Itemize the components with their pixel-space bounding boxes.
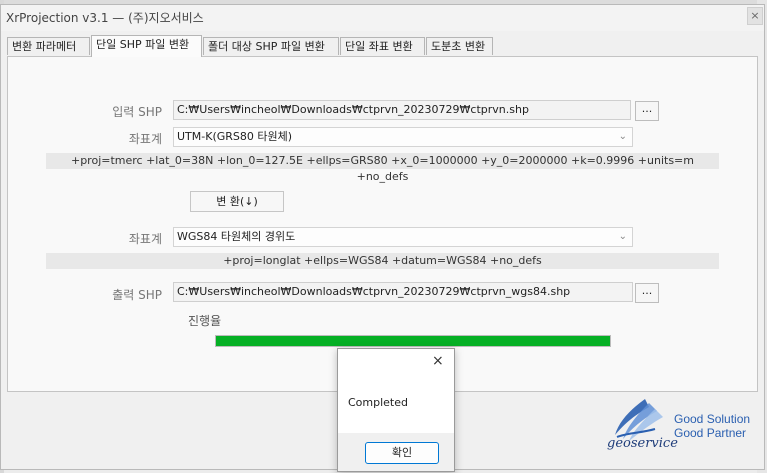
output-shp-field[interactable]: C:₩Users₩incheol₩Downloads₩ctprvn_202307… <box>173 282 633 302</box>
logo-brand: geoservice <box>607 436 678 451</box>
source-proj-string: +proj=tmerc +lat_0=38N +lon_0=127.5E +el… <box>46 153 719 183</box>
logo-line2: Good Partner <box>674 426 746 440</box>
tab-parameters[interactable]: 변환 파라메터 <box>7 37 90 55</box>
chevron-down-icon: ⌄ <box>618 231 627 242</box>
output-browse-button[interactable]: ... <box>635 283 659 303</box>
progress-bar <box>215 335 611 347</box>
completed-dialog: × Completed 확인 <box>337 348 455 472</box>
tab-single-shp[interactable]: 단일 SHP 파일 변환 <box>91 35 202 57</box>
input-shp-label: 입력 SHP <box>112 105 162 119</box>
company-logo: geoservice Good Solution Good Partner <box>597 393 757 455</box>
tab-folder-shp[interactable]: 폴더 대상 SHP 파일 변환 <box>203 37 339 55</box>
output-shp-label: 출력 SHP <box>112 288 162 302</box>
dialog-footer: 확인 <box>338 433 454 471</box>
close-button[interactable]: × <box>747 7 763 25</box>
source-crs-label: 좌표계 <box>128 132 162 146</box>
input-shp-field[interactable]: C:₩Users₩incheol₩Downloads₩ctprvn_202307… <box>173 100 631 120</box>
tab-dms[interactable]: 도분초 변환 <box>426 37 493 55</box>
dialog-close-icon[interactable]: × <box>432 353 444 369</box>
target-crs-label: 좌표계 <box>128 232 162 246</box>
progress-label: 진행율 <box>188 314 222 328</box>
dialog-ok-button[interactable]: 확인 <box>365 442 439 464</box>
source-crs-value: UTM-K(GRS80 타원체) <box>177 130 293 143</box>
dialog-message: Completed <box>348 396 408 409</box>
logo-line1: Good Solution <box>674 412 750 426</box>
target-crs-value: WGS84 타원체의 경위도 <box>177 230 296 243</box>
input-browse-button[interactable]: ... <box>635 101 659 121</box>
target-crs-select[interactable]: WGS84 타원체의 경위도 ⌄ <box>173 227 633 247</box>
window-title: XrProjection v3.1 — (주)지오서비스 <box>6 11 204 25</box>
tab-single-coord[interactable]: 단일 좌표 변환 <box>340 37 425 55</box>
source-crs-select[interactable]: UTM-K(GRS80 타원체) ⌄ <box>173 127 633 147</box>
progress-fill <box>216 336 610 346</box>
wing-logo-icon: geoservice Good Solution Good Partner <box>607 399 750 451</box>
target-proj-string: +proj=longlat +ellps=WGS84 +datum=WGS84 … <box>46 253 719 269</box>
chevron-down-icon: ⌄ <box>618 131 627 142</box>
convert-button[interactable]: 변 환(↓) <box>190 191 284 212</box>
title-bar: XrProjection v3.1 — (주)지오서비스 × <box>1 5 764 31</box>
